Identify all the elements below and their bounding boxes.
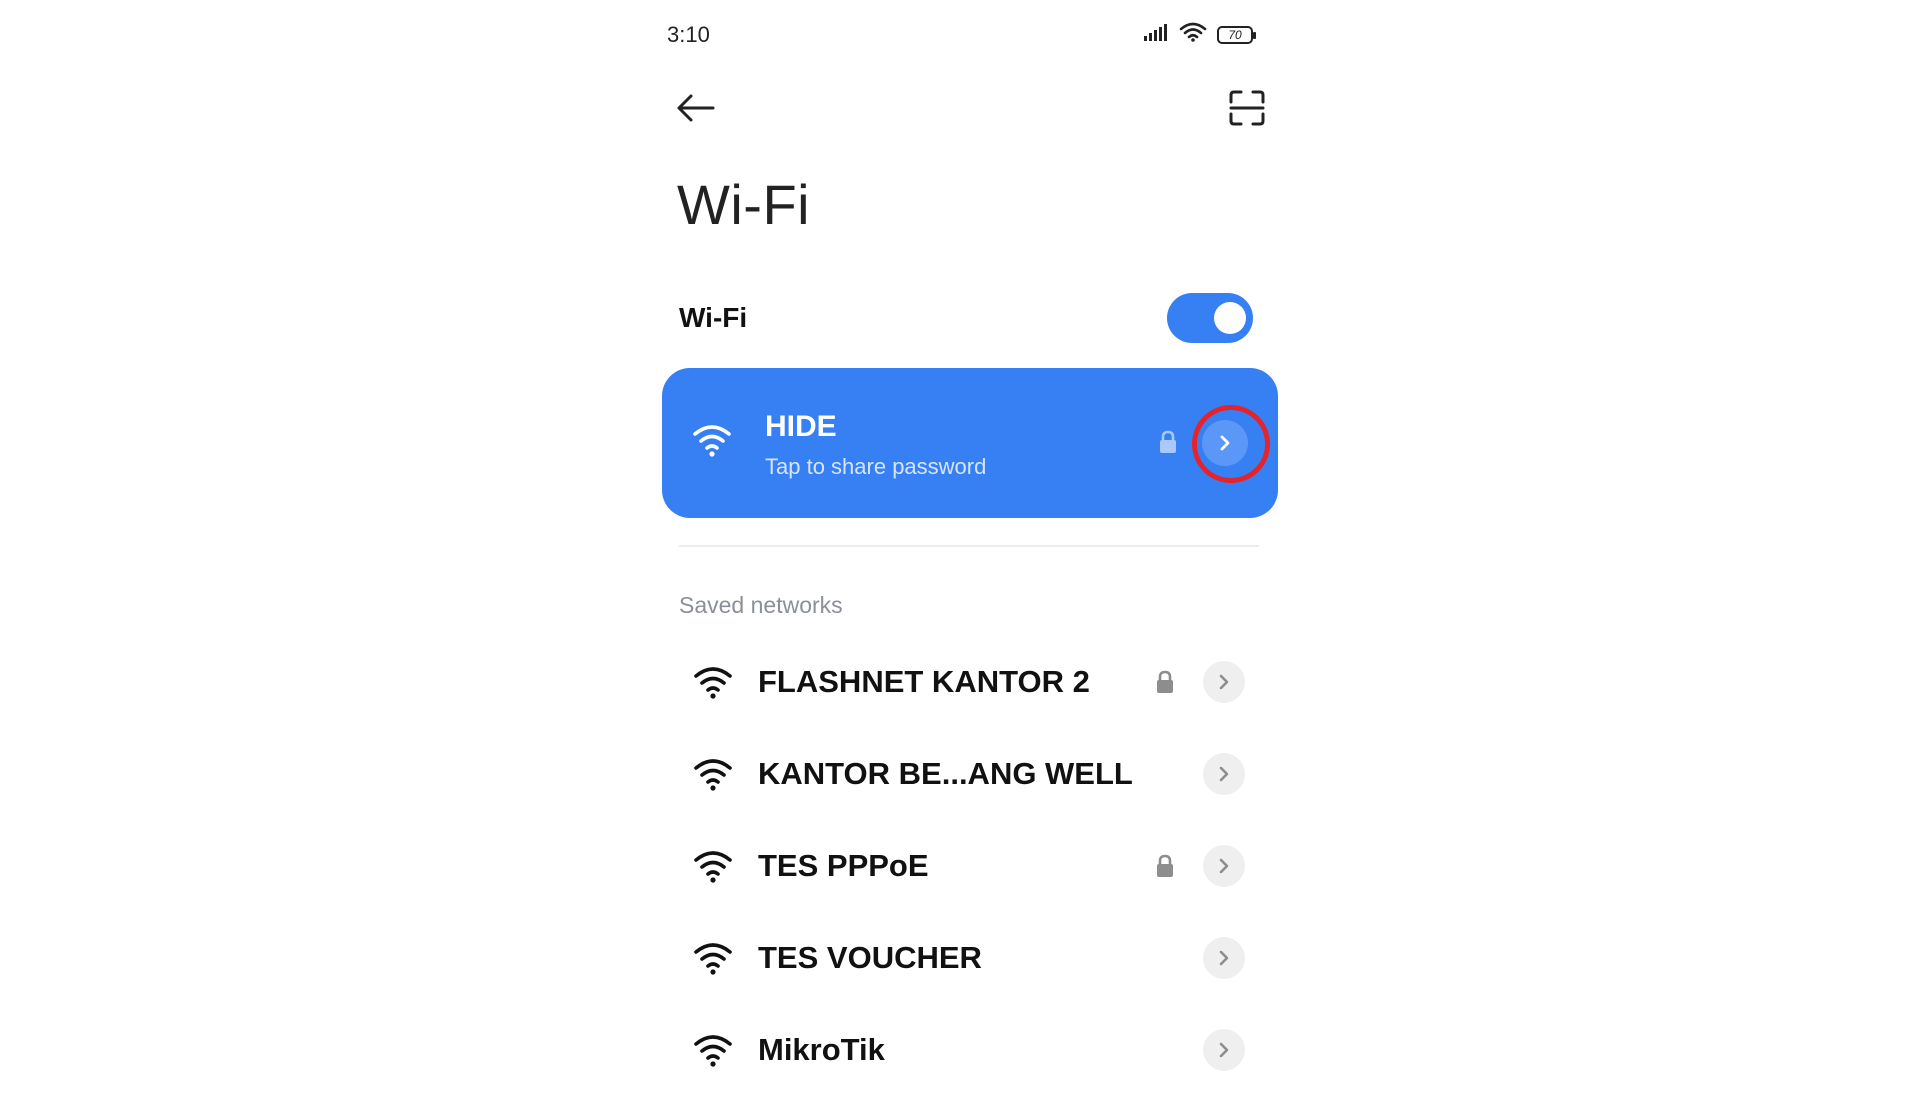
connected-network-subtitle: Tap to share password (765, 454, 987, 479)
saved-network-item[interactable]: KANTOR BE...ANG WELL (655, 728, 1275, 820)
network-name: TES PPPoE (758, 848, 929, 883)
saved-network-item[interactable]: TES PPPoE (655, 820, 1275, 912)
network-details-button[interactable] (1203, 937, 1245, 979)
wifi-icon (694, 667, 732, 699)
wifi-settings-screen: 3:10 70 Wi-Fi Wi-Fi HIDE Tap to share pa… (655, 0, 1278, 1080)
battery-level: 70 (1228, 27, 1242, 42)
chevron-right-icon (1220, 435, 1230, 451)
wifi-icon (693, 425, 731, 457)
network-details-button[interactable] (1203, 1029, 1245, 1071)
network-details-button[interactable] (1203, 661, 1245, 703)
status-icons: 70 (1143, 22, 1256, 47)
chevron-right-icon (1219, 674, 1229, 690)
chevron-right-icon (1219, 858, 1229, 874)
page-title: Wi-Fi (677, 173, 811, 236)
wifi-icon (694, 851, 732, 883)
connected-network-details-button[interactable] (1202, 420, 1248, 466)
divider (679, 545, 1259, 547)
saved-network-item[interactable]: FLASHNET KANTOR 2 (655, 636, 1275, 728)
saved-networks-list: FLASHNET KANTOR 2 KANTOR BE...ANG WELL T… (655, 636, 1275, 1096)
connected-network-card[interactable]: HIDE Tap to share password (662, 368, 1278, 518)
signal-icon (1143, 23, 1169, 46)
network-name: KANTOR BE...ANG WELL (758, 756, 1133, 791)
saved-network-item[interactable]: MikroTik (655, 1004, 1275, 1096)
wifi-icon (694, 943, 732, 975)
arrow-left-icon (677, 94, 715, 122)
network-details-button[interactable] (1203, 845, 1245, 887)
wifi-toggle-row[interactable]: Wi-Fi (679, 290, 1259, 346)
toggle-knob (1214, 302, 1246, 334)
status-time: 3:10 (667, 22, 710, 47)
connected-network-name: HIDE (765, 410, 837, 443)
wifi-icon (694, 759, 732, 791)
wifi-toggle-label: Wi-Fi (679, 302, 748, 333)
saved-networks-header: Saved networks (679, 592, 843, 618)
wifi-icon (694, 1035, 732, 1067)
back-button[interactable] (673, 88, 719, 128)
battery-icon: 70 (1217, 25, 1256, 44)
network-name: FLASHNET KANTOR 2 (758, 664, 1090, 699)
network-name: MikroTik (758, 1032, 885, 1067)
lock-icon (1157, 670, 1173, 693)
chevron-right-icon (1219, 950, 1229, 966)
wifi-status-icon (1179, 22, 1207, 47)
wifi-toggle-switch[interactable] (1167, 293, 1253, 343)
qr-scan-icon (1229, 90, 1265, 126)
lock-icon (1157, 854, 1173, 877)
saved-network-item[interactable]: TES VOUCHER (655, 912, 1275, 1004)
network-name: TES VOUCHER (758, 940, 982, 975)
lock-icon (1160, 430, 1176, 453)
scan-qr-button[interactable] (1227, 88, 1267, 128)
chevron-right-icon (1219, 766, 1229, 782)
network-details-button[interactable] (1203, 753, 1245, 795)
chevron-right-icon (1219, 1042, 1229, 1058)
status-bar: 3:10 70 (667, 20, 1267, 50)
